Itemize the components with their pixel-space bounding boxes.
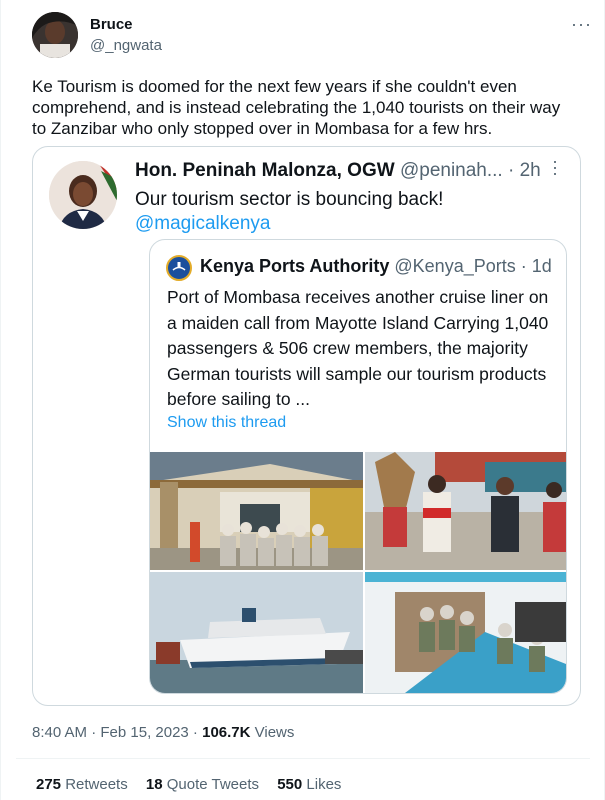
- tweet-text: Ke Tourism is doomed for the next few ye…: [32, 77, 561, 138]
- quote-author-name[interactable]: Hon. Peninah Malonza, OGW: [135, 160, 395, 181]
- quote-tweets-stat[interactable]: 18 Quote Tweets: [146, 776, 259, 793]
- engagement-stats: 275 Retweets 18 Quote Tweets 550 Likes: [36, 776, 355, 793]
- port-terminal-tourists-photo[interactable]: [150, 452, 363, 570]
- quote-author-avatar[interactable]: [49, 161, 117, 229]
- quote-time[interactable]: · 2h: [508, 160, 541, 181]
- show-thread-link[interactable]: Show this thread: [167, 414, 286, 432]
- tweet-header: Bruce @_ngwata ···: [32, 12, 592, 62]
- passengers-disembarking-photo[interactable]: [365, 572, 566, 693]
- nested-quote-tweet[interactable]: Kenya Ports Authority @Kenya_Ports · 1d …: [149, 239, 567, 694]
- quotes-count: 18: [145, 776, 163, 793]
- divider: [16, 758, 590, 759]
- author-handle[interactable]: @_ngwata: [90, 37, 162, 54]
- quotes-label: Quote Tweets: [162, 776, 260, 793]
- more-vertical-icon[interactable]: ···: [545, 159, 566, 177]
- author-name[interactable]: Bruce: [90, 16, 133, 33]
- retweets-label: Retweets: [61, 776, 128, 793]
- likes-stat[interactable]: 550 Likes: [277, 776, 341, 793]
- quote-author-handle[interactable]: @peninah...: [400, 160, 503, 181]
- retweets-stat[interactable]: 275 Retweets: [36, 776, 128, 793]
- cultural-dancers-welcome-photo[interactable]: [365, 452, 566, 570]
- nested-quote-author-name[interactable]: Kenya Ports Authority: [200, 256, 389, 276]
- kpa-logo-icon[interactable]: [166, 255, 192, 281]
- media-grid: [150, 452, 566, 693]
- likes-count: 550: [277, 776, 303, 793]
- mention-link[interactable]: @magicalkenya: [135, 213, 270, 235]
- more-horizontal-icon[interactable]: ···: [571, 14, 592, 35]
- tweet-timestamp[interactable]: 8:40 AM · Feb 15, 2023 · 106.7K Views: [32, 724, 294, 741]
- cruise-ship-photo[interactable]: [150, 572, 363, 693]
- nested-quote-author-handle[interactable]: @Kenya_Ports: [394, 256, 515, 276]
- views-count: 106.7K: [202, 724, 251, 741]
- timestamp-time[interactable]: 8:40 AM · Feb 15, 2023 ·: [32, 724, 202, 741]
- nested-quote-header: Kenya Ports Authority @Kenya_Ports · 1d: [200, 256, 552, 277]
- likes-label: Likes: [302, 776, 342, 793]
- quote-tweet[interactable]: Hon. Peninah Malonza, OGW @peninah... · …: [32, 146, 581, 706]
- retweets-count: 275: [36, 776, 62, 793]
- quote-header: Hon. Peninah Malonza, OGW @peninah... · …: [135, 160, 541, 182]
- quote-text: Our tourism sector is bouncing back!: [135, 189, 444, 210]
- nested-quote-text: Port of Mombasa receives another cruise …: [167, 287, 549, 409]
- author-avatar[interactable]: [32, 12, 78, 58]
- nested-quote-time[interactable]: · 1d: [521, 256, 552, 276]
- views-label: Views: [250, 724, 295, 741]
